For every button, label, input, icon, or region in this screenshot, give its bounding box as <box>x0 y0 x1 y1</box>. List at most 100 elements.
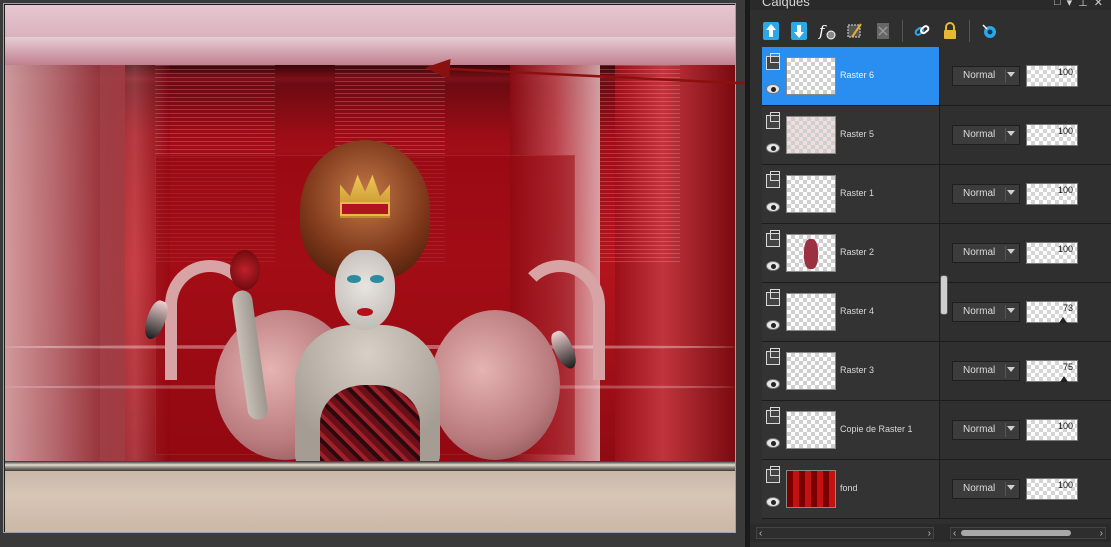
pin-icon[interactable]: ⊥ <box>1078 0 1088 9</box>
edit-selection-button[interactable] <box>844 19 866 43</box>
opacity-slider-marker[interactable] <box>1060 376 1068 382</box>
layer-thumbnail <box>786 116 836 154</box>
queen-lips <box>357 308 373 316</box>
opacity-field[interactable]: 100 <box>1026 242 1078 264</box>
layer-name: Raster 3 <box>840 365 875 375</box>
layer-row[interactable]: Raster 6 Normal 100 <box>762 47 1111 106</box>
blend-mode-dropdown[interactable]: Normal <box>952 243 1020 263</box>
blend-mode-dropdown[interactable]: Normal <box>952 125 1020 145</box>
heart <box>230 250 260 290</box>
floor <box>5 471 735 532</box>
blend-mode-dropdown[interactable]: Normal <box>952 420 1020 440</box>
scrollbar-thumb[interactable] <box>961 530 1071 536</box>
move-layer-up-button[interactable] <box>760 19 782 43</box>
opacity-field[interactable]: 100 <box>1026 65 1078 87</box>
layer-properties-cell: Normal 73 <box>948 283 1111 341</box>
queen-eye <box>347 275 361 283</box>
opacity-field[interactable]: 100 <box>1026 419 1078 441</box>
opacity-field[interactable]: 100 <box>1026 124 1078 146</box>
eye-icon[interactable] <box>766 84 780 94</box>
blend-mode-dropdown[interactable]: Normal <box>952 302 1020 322</box>
layer-group-icon[interactable] <box>766 171 780 188</box>
dropdown-icon[interactable]: ▾ <box>1067 0 1073 9</box>
maximize-icon[interactable]: □ <box>1054 0 1061 9</box>
layer-group-icon[interactable] <box>766 348 780 365</box>
blend-mode-dropdown[interactable]: Normal <box>952 184 1020 204</box>
layer-thumbnail <box>786 234 836 272</box>
blend-mode-dropdown[interactable]: Normal <box>952 479 1020 499</box>
blend-mode-dropdown[interactable]: Normal <box>952 66 1020 86</box>
eye-icon[interactable] <box>766 497 780 507</box>
show-hide-layers-button[interactable] <box>978 19 1000 43</box>
eye-icon[interactable] <box>766 143 780 153</box>
layer-group-icon[interactable] <box>766 289 780 306</box>
layer-group-icon[interactable] <box>766 230 780 247</box>
layer-group-icon[interactable] <box>766 466 780 483</box>
layer-name-cell[interactable]: Copie de Raster 1 <box>762 401 940 459</box>
chevron-down-icon <box>1007 485 1015 490</box>
layer-properties-cell: Normal 100 <box>948 224 1111 282</box>
layer-properties-cell: Normal 100 <box>948 47 1111 105</box>
crown-band <box>340 202 390 216</box>
eye-icon[interactable] <box>766 379 780 389</box>
scroll-left-icon[interactable]: ‹ <box>953 528 956 539</box>
chevron-down-icon <box>1007 190 1015 195</box>
flamingo-body-right <box>430 310 560 460</box>
layer-name-cell[interactable]: Raster 5 <box>762 106 940 164</box>
layer-name-cell[interactable]: Raster 3 <box>762 342 940 400</box>
layer-name-scrollbar[interactable]: ‹ › <box>756 527 934 539</box>
layer-row[interactable]: Copie de Raster 1 Normal 100 <box>762 401 1111 460</box>
layer-name-cell[interactable]: Raster 4 <box>762 283 940 341</box>
layer-thumbnail <box>786 352 836 390</box>
layers-toolbar: f <box>750 14 1111 48</box>
layer-name-cell[interactable]: fond <box>762 460 940 518</box>
layers-panel: Calques □ ▾ ⊥ ✕ f Raster 6 Normal 100 Ra… <box>750 0 1111 547</box>
layer-group-icon[interactable] <box>766 112 780 129</box>
chevron-down-icon <box>1007 367 1015 372</box>
layer-name-cell[interactable]: Raster 1 <box>762 165 940 223</box>
link-icon <box>914 25 930 36</box>
layer-row[interactable]: Raster 5 Normal 100 <box>762 106 1111 165</box>
panel-title: Calques <box>762 0 810 9</box>
close-icon[interactable]: ✕ <box>1094 0 1103 9</box>
column-splitter[interactable] <box>940 275 948 315</box>
layer-row[interactable]: fond Normal 100 <box>762 460 1111 519</box>
eye-icon[interactable] <box>766 320 780 330</box>
chevron-down-icon <box>1007 426 1015 431</box>
eye-icon[interactable] <box>766 202 780 212</box>
scroll-right-icon[interactable]: › <box>1100 528 1103 539</box>
opacity-field[interactable]: 73 <box>1026 301 1078 323</box>
chevron-down-icon <box>1007 308 1015 313</box>
layer-properties-scrollbar[interactable]: ‹ › <box>950 527 1106 539</box>
show-hide-layers-icon <box>982 24 996 38</box>
opacity-slider-marker[interactable] <box>1059 317 1068 323</box>
layer-name-cell[interactable]: Raster 6 <box>762 47 940 105</box>
opacity-field[interactable]: 100 <box>1026 478 1078 500</box>
blend-mode-dropdown[interactable]: Normal <box>952 361 1020 381</box>
scroll-left-icon[interactable]: ‹ <box>759 528 762 539</box>
link-layers-button[interactable] <box>911 19 933 43</box>
opacity-field[interactable]: 100 <box>1026 183 1078 205</box>
eye-icon[interactable] <box>766 261 780 271</box>
eye-icon[interactable] <box>766 438 780 448</box>
dropdown-separator <box>1005 69 1006 83</box>
delete-layer-button[interactable] <box>872 19 894 43</box>
layer-group-icon[interactable] <box>766 407 780 424</box>
layer-name: Raster 2 <box>840 247 875 257</box>
layer-name-cell[interactable]: Raster 2 <box>762 224 940 282</box>
blend-mode-value: Normal <box>963 306 996 317</box>
blend-mode-value: Normal <box>963 424 996 435</box>
layer-group-icon[interactable] <box>766 53 780 70</box>
layer-effects-button[interactable]: f <box>816 19 838 43</box>
scroll-right-icon[interactable]: › <box>928 528 931 539</box>
opacity-field[interactable]: 75 <box>1026 360 1078 382</box>
layer-row[interactable]: Raster 4 Normal 73 <box>762 283 1111 342</box>
layer-row[interactable]: Raster 2 Normal 100 <box>762 224 1111 283</box>
layer-row[interactable]: Raster 3 Normal 75 <box>762 342 1111 401</box>
lock-transparency-button[interactable] <box>939 19 961 43</box>
dropdown-separator <box>1005 128 1006 142</box>
chevron-down-icon <box>1007 249 1015 254</box>
move-layer-down-button[interactable] <box>788 19 810 43</box>
layer-name: Raster 6 <box>840 70 875 80</box>
layer-row[interactable]: Raster 1 Normal 100 <box>762 165 1111 224</box>
